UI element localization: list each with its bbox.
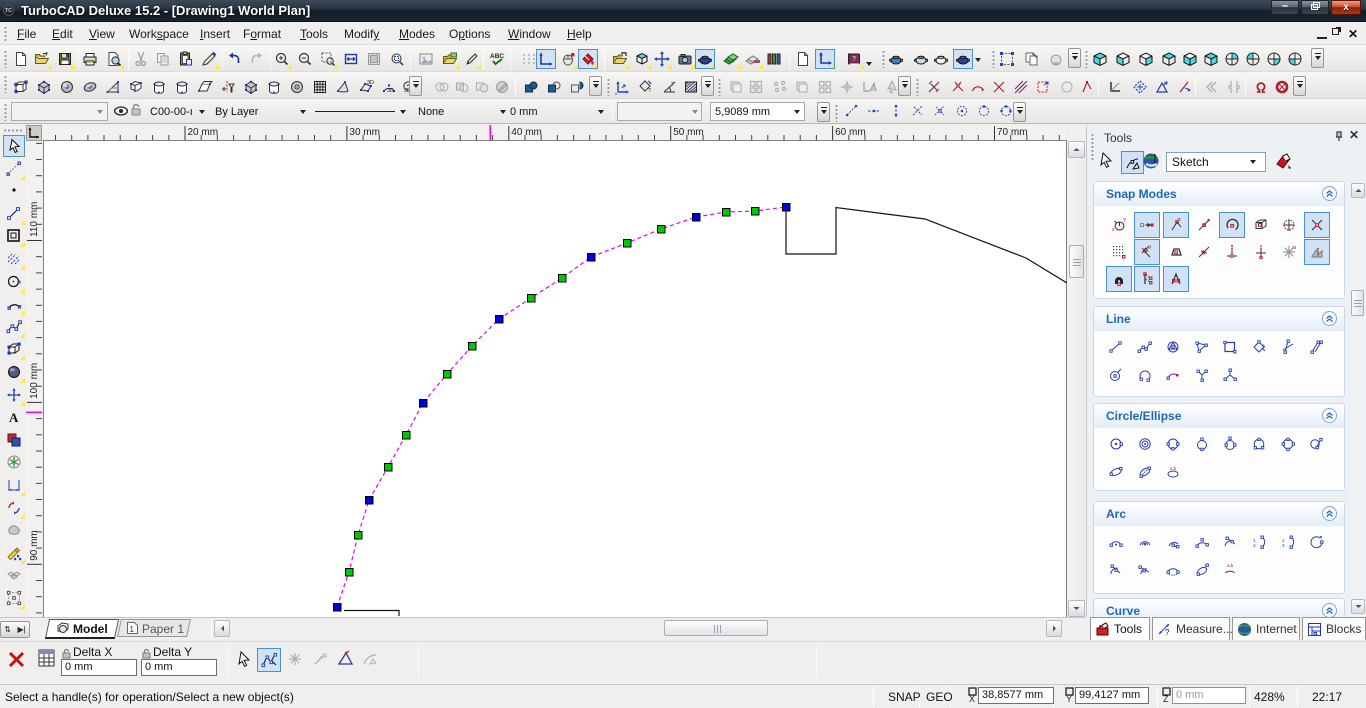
svg-text:110 mm: 110 mm — [29, 202, 40, 237]
svg-text:?: ? — [648, 88, 651, 94]
svg-text:50 mm: 50 mm — [673, 127, 704, 138]
svg-text:40 mm: 40 mm — [511, 127, 542, 138]
svg-text:.: . — [1148, 369, 1149, 375]
svg-text:60 mm: 60 mm — [835, 127, 866, 138]
svg-text:a:b: a:b — [1170, 466, 1177, 471]
svg-text:3: 3 — [1253, 543, 1256, 548]
svg-text:90 mm: 90 mm — [29, 530, 40, 561]
svg-text:3D: 3D — [367, 80, 374, 86]
svg-text:1: 1 — [130, 625, 135, 634]
svg-text:20 mm: 20 mm — [188, 127, 219, 138]
svg-text:Y: Y — [1066, 694, 1072, 703]
svg-text:?: ? — [671, 82, 674, 88]
svg-text:x: x — [1112, 227, 1115, 233]
svg-text:3: 3 — [1282, 543, 1285, 548]
svg-text:A: A — [9, 410, 19, 425]
svg-text:?: ? — [1165, 628, 1170, 637]
svg-text:M: M — [1293, 245, 1297, 250]
svg-text:ABC: ABC — [490, 53, 504, 60]
svg-text:k: k — [1263, 344, 1266, 350]
svg-text:70 mm: 70 mm — [997, 127, 1028, 138]
svg-text:X: X — [969, 694, 975, 703]
svg-text:30 mm: 30 mm — [349, 127, 380, 138]
svg-text:a:b: a:b — [1227, 563, 1234, 568]
svg-text:3D: 3D — [387, 88, 394, 94]
svg-text:Y: Y — [1123, 218, 1127, 224]
svg-text:?: ? — [852, 56, 856, 63]
svg-text:Z: Z — [1163, 694, 1169, 703]
svg-text:100 mm: 100 mm — [29, 363, 40, 399]
